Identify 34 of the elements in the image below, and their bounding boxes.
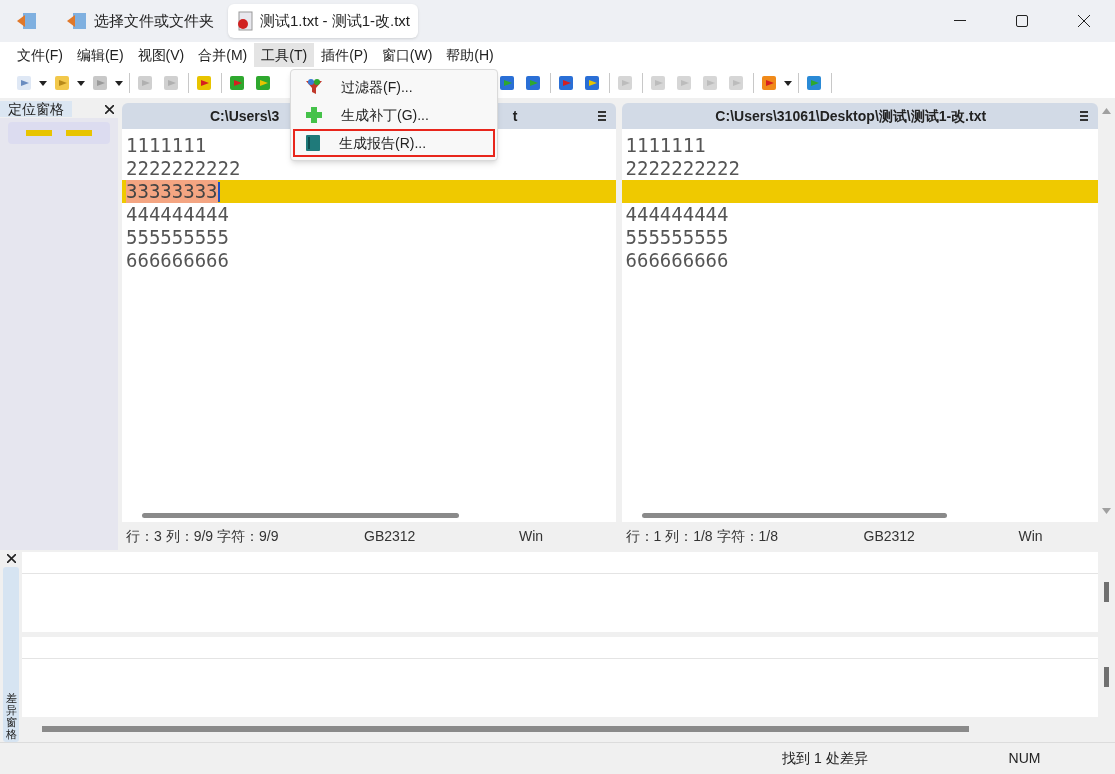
menu-item[interactable]: 帮助(H) [439,43,501,67]
code-line: 2222222222 [625,157,740,180]
code-line: 444444444 [625,203,729,226]
file-path-header: C:\Users\31061\Desktop\测试\测试1-改.txt [621,103,1098,129]
cursor-position: 行：1 列：1/8 字符：1/8 [625,526,779,546]
menu-item[interactable]: 工具(T) [254,43,315,67]
menu-item[interactable]: 生成报告(R)... [293,129,495,157]
code-line: 444444444 [126,203,229,226]
menu-item[interactable]: 合并(M) [191,43,255,67]
code-line: 1111111 [625,134,706,157]
encoding: GB2312 [863,526,916,546]
status-message: 找到 1 处差异 [782,749,868,768]
line-ending: Win [519,526,544,546]
code-line: 666666666 [625,249,729,272]
window-tab[interactable]: 选择文件或文件夹 [58,4,222,38]
cursor-position: 行：3 列：9/9 字符：9/9 [126,526,280,546]
menu-item[interactable]: 窗口(W) [374,43,440,67]
code-line: 555555555 [126,226,229,249]
menu-item[interactable]: 插件(P) [314,43,375,67]
num-lock-indicator: NUM [1008,749,1041,768]
pane-title: 差异窗格 [5,691,17,740]
menu-item[interactable]: 生成补丁(G)... [293,101,495,129]
menu-item[interactable]: 过滤器(F)... [293,73,495,101]
menu-item[interactable]: 文件(F) [10,43,70,67]
code-line: 1111111 [126,134,207,157]
pane-title: 定位窗格 [0,101,72,117]
line-ending: Win [1018,526,1043,546]
code-line: 666666666 [126,249,229,272]
menu-item[interactable]: 编辑(E) [69,43,131,67]
code-line: 555555555 [625,226,729,249]
menu-item[interactable]: 视图(V) [130,43,192,67]
encoding: GB2312 [364,526,417,546]
code-line: 2222222222 [126,157,241,180]
window-tab[interactable]: 测试1.txt - 测试1-改.txt [228,4,418,38]
